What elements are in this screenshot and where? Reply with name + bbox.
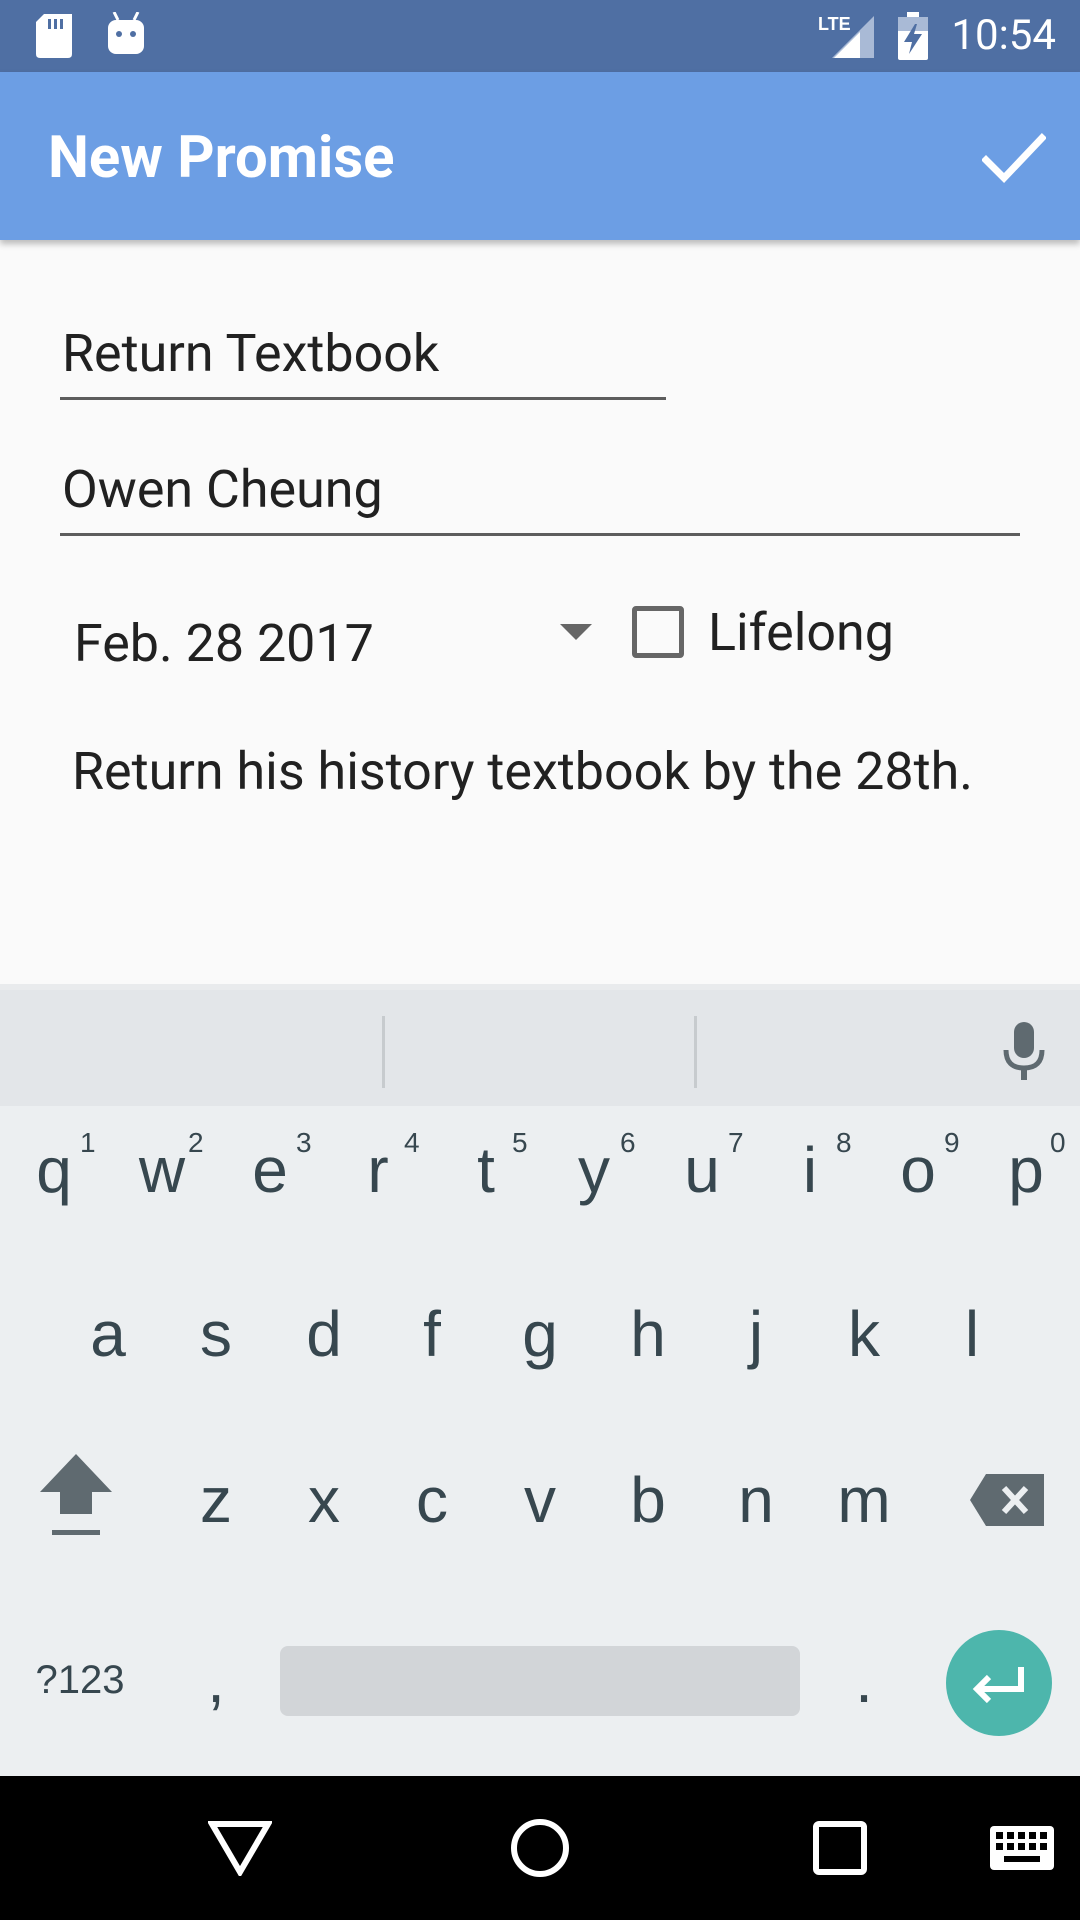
check-icon	[982, 133, 1046, 184]
sd-card-icon	[36, 14, 72, 62]
key-k[interactable]: k	[810, 1274, 918, 1394]
backspace-key[interactable]	[952, 1440, 1064, 1560]
home-button[interactable]	[500, 1808, 580, 1888]
suggestion-divider	[382, 1016, 385, 1088]
key-d[interactable]: d	[270, 1274, 378, 1394]
page-title: New Promise	[48, 124, 395, 192]
key-l[interactable]: l	[918, 1274, 1026, 1394]
dropdown-arrow-icon	[560, 624, 592, 640]
navigation-bar	[0, 1776, 1080, 1920]
person-field[interactable]: Owen Cheung	[60, 458, 1020, 536]
recents-square-icon	[813, 1821, 867, 1875]
lte-signal-icon: LTE	[818, 12, 878, 64]
suggestion-strip	[0, 984, 1080, 1106]
date-value: Feb. 28 2017	[74, 613, 374, 674]
save-button[interactable]	[972, 116, 1056, 200]
status-bar: LTE 10:54	[0, 0, 1080, 72]
keyboard-switch-button[interactable]	[980, 1808, 1064, 1888]
key-b[interactable]: b	[594, 1440, 702, 1560]
key-j[interactable]: j	[702, 1274, 810, 1394]
microphone-icon[interactable]	[1000, 1020, 1048, 1088]
key-hint: 6	[620, 1127, 636, 1158]
app-bar: New Promise	[0, 72, 1080, 240]
key-hint: 0	[1050, 1127, 1066, 1158]
home-circle-icon	[511, 1819, 569, 1877]
key-c[interactable]: c	[378, 1440, 486, 1560]
shift-key[interactable]	[20, 1440, 132, 1560]
key-s[interactable]: s	[162, 1274, 270, 1394]
space-key[interactable]	[280, 1646, 800, 1716]
soft-keyboard: q w e r t y u i o p 1 2 3 4 5 6 7 8 9 0 …	[0, 984, 1080, 1776]
suggestion-divider	[694, 1016, 697, 1088]
back-button[interactable]	[200, 1808, 280, 1888]
key-h[interactable]: h	[594, 1274, 702, 1394]
android-icon	[106, 11, 146, 60]
lte-label: LTE	[818, 14, 851, 34]
key-hint: 9	[944, 1127, 960, 1158]
key-x[interactable]: x	[270, 1440, 378, 1560]
key-hint: 7	[728, 1127, 744, 1158]
key-v[interactable]: v	[486, 1440, 594, 1560]
battery-charging-icon	[898, 12, 928, 64]
key-hint: 4	[404, 1127, 420, 1158]
key-period[interactable]: .	[810, 1620, 918, 1740]
key-hint: 3	[296, 1127, 312, 1158]
key-comma[interactable]: ,	[162, 1620, 270, 1740]
key-hint: 8	[836, 1127, 852, 1158]
enter-key[interactable]	[946, 1630, 1052, 1736]
title-field[interactable]: Return Textbook	[60, 322, 666, 400]
lifelong-checkbox[interactable]	[632, 606, 684, 658]
key-m[interactable]: m	[810, 1440, 918, 1560]
return-icon	[972, 1667, 1024, 1703]
status-time: 10:54	[951, 11, 1056, 60]
backspace-icon	[970, 1474, 1044, 1526]
key-hint: 1	[80, 1127, 96, 1158]
shift-icon	[40, 1454, 112, 1535]
description-text[interactable]: Return his history textbook by the 28th.	[72, 740, 973, 804]
lifelong-label[interactable]: Lifelong	[708, 600, 894, 666]
keyboard-icon	[990, 1826, 1054, 1870]
key-g[interactable]: g	[486, 1274, 594, 1394]
key-z[interactable]: z	[162, 1440, 270, 1560]
key-f[interactable]: f	[378, 1274, 486, 1394]
key-hint: 5	[512, 1127, 528, 1158]
back-triangle-icon	[208, 1821, 272, 1876]
symbols-key[interactable]: ?123	[20, 1620, 140, 1740]
key-n[interactable]: n	[702, 1440, 810, 1560]
date-spinner[interactable]: Feb. 28 2017	[60, 600, 600, 680]
key-a[interactable]: a	[54, 1274, 162, 1394]
key-hint: 2	[188, 1127, 204, 1158]
recents-button[interactable]	[800, 1808, 880, 1888]
